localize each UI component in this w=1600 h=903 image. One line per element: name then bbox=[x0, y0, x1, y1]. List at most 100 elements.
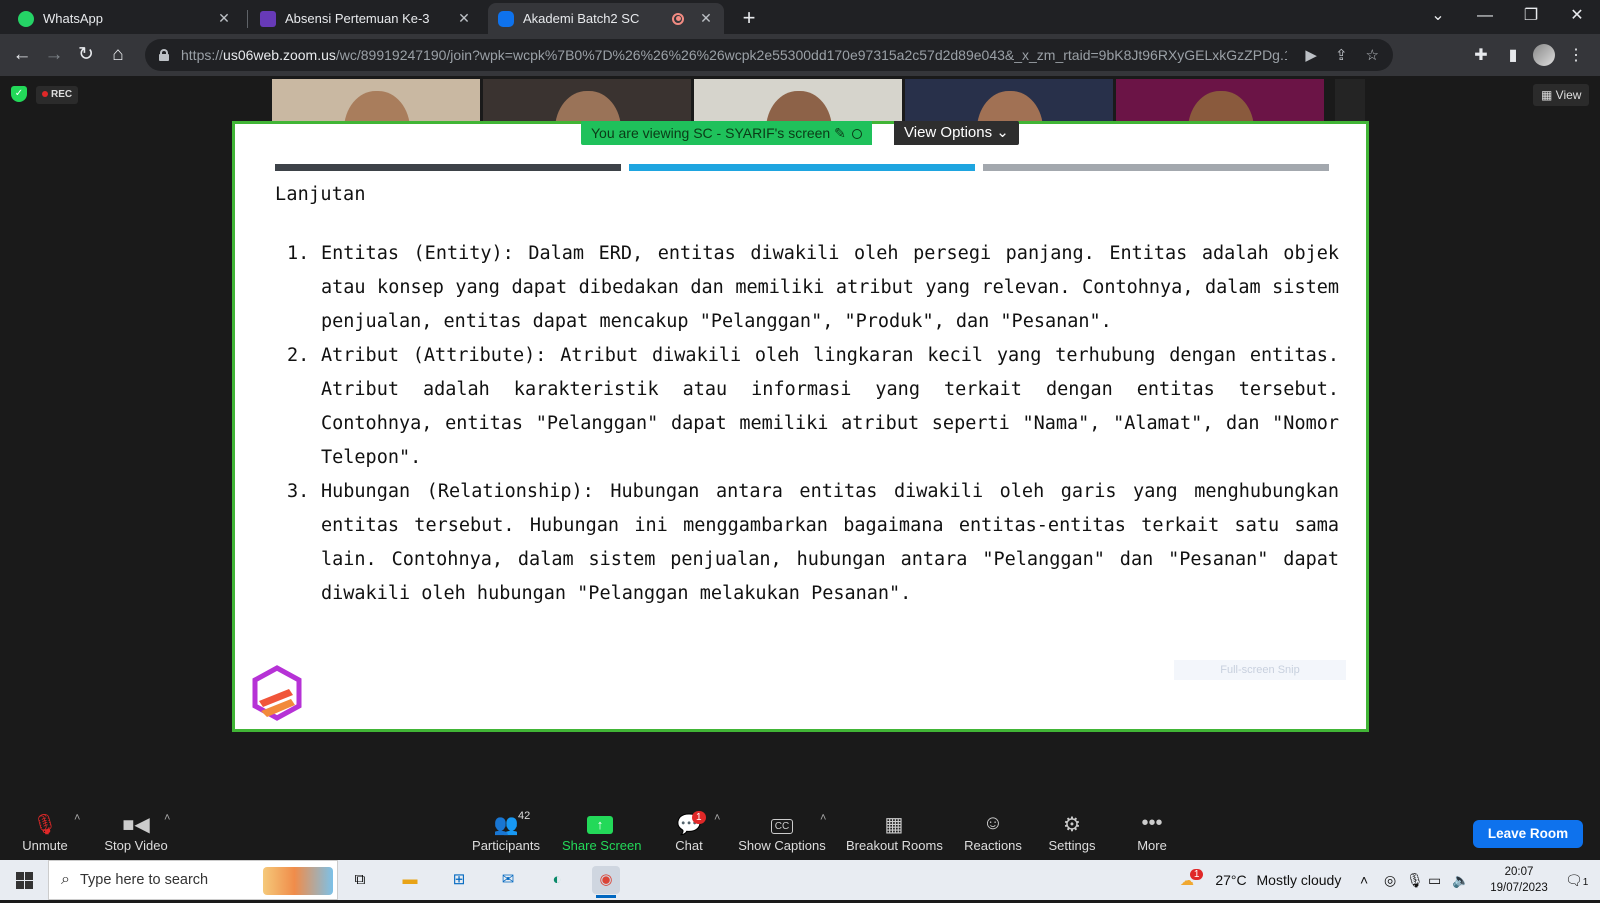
leave-room-button[interactable]: Leave Room bbox=[1473, 820, 1583, 848]
caret-up-icon[interactable]: ˄ bbox=[714, 812, 720, 824]
chevron-up-icon[interactable]: ˄ bbox=[1360, 860, 1368, 900]
zoom-icon bbox=[498, 10, 514, 27]
edge-icon[interactable]: ◐ bbox=[543, 866, 571, 894]
viewing-banner: You are viewing SC - SYARIF's screen ✎ bbox=[581, 121, 872, 145]
menu-icon[interactable]: ⋮ bbox=[1565, 45, 1587, 65]
participants-icon: 👥 42 bbox=[493, 810, 531, 836]
file-explorer-icon[interactable]: ▬ bbox=[396, 866, 424, 894]
forward-button[interactable]: → bbox=[40, 41, 68, 69]
caret-up-icon[interactable]: ˄ bbox=[74, 812, 80, 824]
chevron-down-icon: ⌄ bbox=[996, 124, 1009, 141]
network-icon[interactable]: ▭ bbox=[1428, 860, 1441, 900]
caret-up-icon[interactable]: ˄ bbox=[164, 812, 170, 824]
notifications-icon[interactable]: 🗨1 bbox=[1565, 860, 1588, 900]
side-panel-icon[interactable]: ▮ bbox=[1502, 45, 1524, 65]
show-captions-button[interactable]: CC Show Captions bbox=[738, 808, 826, 860]
extensions-icon[interactable]: ✚ bbox=[1470, 45, 1492, 65]
shield-icon[interactable]: ✓ bbox=[11, 86, 27, 102]
list-item: 2. Atribut (Attribute): Atribut diwakili … bbox=[287, 339, 1339, 475]
settings-button[interactable]: ⚙ Settings bbox=[1044, 808, 1100, 860]
tab-title: WhatsApp bbox=[43, 11, 103, 26]
list-item: 3. Hubungan (Relationship): Hubungan anta… bbox=[287, 475, 1339, 611]
recording-icon bbox=[672, 12, 684, 25]
profile-avatar[interactable] bbox=[1533, 44, 1555, 66]
caret-up-icon[interactable]: ˄ bbox=[820, 812, 826, 824]
stop-icon[interactable] bbox=[851, 129, 862, 140]
chat-badge: 1 bbox=[692, 811, 706, 824]
view-options-button[interactable]: View Options ⌄ bbox=[894, 121, 1019, 145]
close-window-button[interactable]: ✕ bbox=[1557, 2, 1597, 30]
windows-start-icon[interactable] bbox=[16, 872, 33, 889]
windows-taskbar: ⌕ Type here to search ⧉ ▬ ⊞ ✉ ◐ ◉ ☁ 1 27… bbox=[0, 860, 1600, 900]
volume-icon[interactable]: 🔈 bbox=[1452, 860, 1469, 900]
view-button[interactable]: ▦ View bbox=[1533, 84, 1590, 106]
browser-toolbar: ← → ↻ ⌂ https://us06web.zoom.us/wc/89919… bbox=[0, 34, 1600, 76]
restore-button[interactable]: ❐ bbox=[1511, 2, 1551, 30]
participants-button[interactable]: 👥 42 Participants bbox=[470, 808, 542, 860]
search-icon: ⌕ bbox=[61, 871, 70, 888]
address-bar[interactable]: https://us06web.zoom.us/wc/89919247190/j… bbox=[145, 39, 1393, 71]
section-bar bbox=[983, 164, 1329, 171]
snip-overlay: Full-screen Snip bbox=[1174, 660, 1346, 680]
document: Lanjutan 1. Entitas (Entity): Dalam ERD, … bbox=[275, 184, 1339, 611]
new-tab-button[interactable]: + bbox=[736, 6, 762, 32]
zoom-toolbar: 🎙 Unmute ˄ ■◀ Stop Video ˄ 👥 42 Participa… bbox=[0, 808, 1600, 860]
grid-icon: ▦ bbox=[1541, 88, 1556, 102]
recording-badge[interactable]: REC bbox=[36, 86, 79, 104]
section-bar bbox=[275, 164, 621, 171]
section-bar bbox=[629, 164, 975, 171]
weather-widget[interactable]: ☁ 1 27°C Mostly cloudy bbox=[1180, 860, 1341, 900]
reactions-button[interactable]: ☺ Reactions bbox=[962, 808, 1024, 860]
list-item-text: Hubungan (Relationship): Hubungan antara… bbox=[321, 481, 1339, 604]
back-button[interactable]: ← bbox=[8, 41, 36, 69]
chat-button[interactable]: 💬 1 Chat bbox=[664, 808, 714, 860]
emoji-icon: ☺ bbox=[982, 812, 1004, 834]
tab-whatsapp[interactable]: WhatsApp ✕ bbox=[8, 3, 242, 34]
camera-icon[interactable]: ▶ bbox=[1305, 46, 1317, 64]
definition-list: 1. Entitas (Entity): Dalam ERD, entitas d… bbox=[287, 237, 1339, 611]
minimize-button[interactable]: — bbox=[1465, 2, 1505, 30]
more-button[interactable]: ••• More bbox=[1130, 808, 1174, 860]
breakout-rooms-button[interactable]: ▦ Breakout Rooms bbox=[846, 808, 943, 860]
logo-icon bbox=[252, 665, 302, 721]
home-button[interactable]: ⌂ bbox=[104, 41, 132, 69]
tab-absensi[interactable]: Absensi Pertemuan Ke-3 ✕ bbox=[250, 3, 482, 34]
captions-icon: CC bbox=[738, 808, 826, 838]
tab-title: Absensi Pertemuan Ke-3 bbox=[285, 11, 430, 26]
microphone-icon[interactable]: 🎙 bbox=[1406, 860, 1424, 900]
meet-now-icon[interactable]: ◎ bbox=[1384, 860, 1396, 900]
mail-icon[interactable]: ✉ bbox=[494, 866, 522, 894]
close-icon[interactable]: ✕ bbox=[216, 10, 232, 27]
bookmark-star-icon[interactable]: ☆ bbox=[1366, 46, 1379, 64]
url-text: https://us06web.zoom.us/wc/89919247190/j… bbox=[181, 47, 1287, 63]
pen-icon[interactable]: ✎ bbox=[834, 125, 846, 141]
tab-zoom[interactable]: Akademi Batch2 SC ✕ bbox=[488, 3, 724, 34]
breakout-rooms-icon: ▦ bbox=[884, 814, 904, 836]
share-screen-icon: ↑ bbox=[562, 808, 638, 838]
reload-button[interactable]: ↻ bbox=[72, 41, 100, 69]
shared-screen: Lanjutan 1. Entitas (Entity): Dalam ERD, … bbox=[232, 121, 1369, 732]
forms-icon bbox=[260, 10, 276, 27]
share-screen-button[interactable]: ↑ Share Screen bbox=[562, 808, 642, 860]
document-heading: Lanjutan bbox=[275, 184, 366, 205]
lock-icon bbox=[159, 49, 169, 61]
more-icon: ••• bbox=[1141, 812, 1163, 834]
progress-bars bbox=[275, 164, 1329, 172]
tab-search-chevron-icon[interactable]: ⌄ bbox=[1418, 2, 1458, 30]
task-view-icon[interactable]: ⧉ bbox=[346, 866, 374, 894]
mic-muted-icon: 🎙 bbox=[32, 814, 58, 836]
chrome-icon[interactable]: ◉ bbox=[592, 866, 620, 898]
chat-icon: 💬 1 bbox=[664, 808, 714, 838]
browser-tab-strip: WhatsApp ✕ Absensi Pertemuan Ke-3 ✕ Akad… bbox=[0, 0, 1600, 34]
share-icon[interactable]: ⇪ bbox=[1335, 46, 1348, 64]
unmute-button[interactable]: 🎙 Unmute bbox=[14, 808, 76, 860]
taskbar-search[interactable]: ⌕ Type here to search bbox=[48, 860, 338, 900]
tab-divider bbox=[247, 10, 248, 28]
search-highlight-image bbox=[263, 867, 333, 895]
close-icon[interactable]: ✕ bbox=[698, 10, 714, 27]
list-item: 1. Entitas (Entity): Dalam ERD, entitas d… bbox=[287, 237, 1339, 339]
whatsapp-icon bbox=[18, 10, 34, 27]
close-icon[interactable]: ✕ bbox=[456, 10, 472, 27]
store-icon[interactable]: ⊞ bbox=[445, 866, 473, 894]
clock[interactable]: 20:07 19/07/2023 bbox=[1477, 864, 1561, 896]
